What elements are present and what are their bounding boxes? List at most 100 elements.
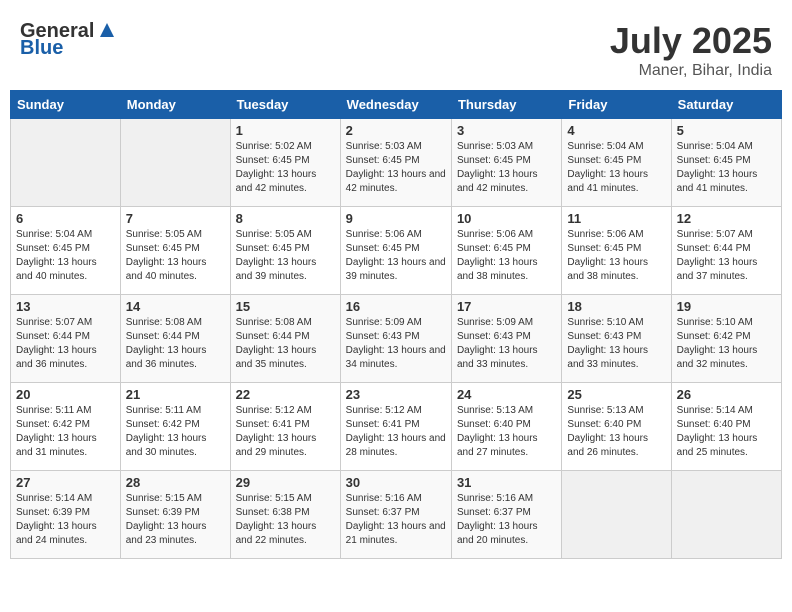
table-row: 20Sunrise: 5:11 AM Sunset: 6:42 PM Dayli…: [11, 383, 121, 471]
day-number: 31: [457, 475, 556, 490]
calendar-week-row: 6 Sunrise: 5:04 AM Sunset: 6:45 PM Daylig…: [11, 207, 782, 295]
day-info: Sunrise: 5:06 AM Sunset: 6:45 PM Dayligh…: [567, 228, 665, 284]
day-info: Sunrise: 5:16 AM Sunset: 6:37 PM Dayligh…: [457, 492, 556, 548]
day-info: Sunrise: 5:04 AM Sunset: 6:45 PM Dayligh…: [16, 228, 115, 284]
table-row: 24Sunrise: 5:13 AM Sunset: 6:40 PM Dayli…: [451, 383, 561, 471]
table-row: [562, 471, 671, 559]
table-row: 17 Sunrise: 5:09 AM Sunset: 6:43 PM Dayli…: [451, 295, 561, 383]
page-header: General Blue July 2025 Maner, Bihar, Ind…: [10, 10, 782, 85]
table-row: 12 Sunrise: 5:07 AM Sunset: 6:44 PM Dayli…: [671, 207, 781, 295]
day-number: 27: [16, 475, 115, 490]
day-number: 5: [677, 123, 776, 138]
day-number: 24: [457, 387, 556, 402]
table-row: 8 Sunrise: 5:05 AM Sunset: 6:45 PM Daylig…: [230, 207, 340, 295]
calendar-week-row: 1Sunrise: 5:02 AM Sunset: 6:45 PM Daylig…: [11, 119, 782, 207]
table-row: 9Sunrise: 5:06 AM Sunset: 6:45 PM Daylig…: [340, 207, 451, 295]
day-info: Sunrise: 5:08 AM Sunset: 6:44 PM Dayligh…: [236, 316, 335, 372]
table-row: 29 Sunrise: 5:15 AM Sunset: 6:38 PM Dayli…: [230, 471, 340, 559]
day-info: Sunrise: 5:08 AM Sunset: 6:44 PM Dayligh…: [126, 316, 225, 372]
table-row: [671, 471, 781, 559]
table-row: 4 Sunrise: 5:04 AM Sunset: 6:45 PM Daylig…: [562, 119, 671, 207]
day-info: Sunrise: 5:03 AM Sunset: 6:45 PM Dayligh…: [457, 140, 556, 196]
table-row: 31 Sunrise: 5:16 AM Sunset: 6:37 PM Dayli…: [451, 471, 561, 559]
table-row: 22Sunrise: 5:12 AM Sunset: 6:41 PM Dayli…: [230, 383, 340, 471]
day-info: Sunrise: 5:10 AM Sunset: 6:42 PM Dayligh…: [677, 316, 776, 372]
table-row: 1Sunrise: 5:02 AM Sunset: 6:45 PM Daylig…: [230, 119, 340, 207]
day-info: Sunrise: 5:15 AM Sunset: 6:38 PM Dayligh…: [236, 492, 335, 548]
day-info: Sunrise: 5:11 AM Sunset: 6:42 PM Dayligh…: [126, 404, 225, 460]
table-row: 15 Sunrise: 5:08 AM Sunset: 6:44 PM Dayli…: [230, 295, 340, 383]
calendar-table: Sunday Monday Tuesday Wednesday Thursday…: [10, 90, 782, 559]
day-number: 26: [677, 387, 776, 402]
col-thursday: Thursday: [451, 91, 561, 119]
table-row: [120, 119, 230, 207]
day-info: Sunrise: 5:07 AM Sunset: 6:44 PM Dayligh…: [677, 228, 776, 284]
table-row: 26 Sunrise: 5:14 AM Sunset: 6:40 PM Dayli…: [671, 383, 781, 471]
table-row: 23 Sunrise: 5:12 AM Sunset: 6:41 PM Dayli…: [340, 383, 451, 471]
calendar-week-row: 27Sunrise: 5:14 AM Sunset: 6:39 PM Dayli…: [11, 471, 782, 559]
table-row: 27Sunrise: 5:14 AM Sunset: 6:39 PM Dayli…: [11, 471, 121, 559]
month-title: July 2025: [610, 20, 772, 62]
table-row: 28Sunrise: 5:15 AM Sunset: 6:39 PM Dayli…: [120, 471, 230, 559]
day-number: 10: [457, 211, 556, 226]
day-number: 11: [567, 211, 665, 226]
day-number: 23: [346, 387, 446, 402]
col-friday: Friday: [562, 91, 671, 119]
table-row: 10 Sunrise: 5:06 AM Sunset: 6:45 PM Dayli…: [451, 207, 561, 295]
day-info: Sunrise: 5:16 AM Sunset: 6:37 PM Dayligh…: [346, 492, 446, 548]
calendar-week-row: 13Sunrise: 5:07 AM Sunset: 6:44 PM Dayli…: [11, 295, 782, 383]
table-row: 11 Sunrise: 5:06 AM Sunset: 6:45 PM Dayli…: [562, 207, 671, 295]
col-wednesday: Wednesday: [340, 91, 451, 119]
day-number: 17: [457, 299, 556, 314]
day-number: 30: [346, 475, 446, 490]
day-info: Sunrise: 5:06 AM Sunset: 6:45 PM Dayligh…: [457, 228, 556, 284]
day-info: Sunrise: 5:10 AM Sunset: 6:43 PM Dayligh…: [567, 316, 665, 372]
calendar-header-row: Sunday Monday Tuesday Wednesday Thursday…: [11, 91, 782, 119]
table-row: 16 Sunrise: 5:09 AM Sunset: 6:43 PM Dayli…: [340, 295, 451, 383]
day-number: 22: [236, 387, 335, 402]
day-info: Sunrise: 5:13 AM Sunset: 6:40 PM Dayligh…: [567, 404, 665, 460]
table-row: 7Sunrise: 5:05 AM Sunset: 6:45 PM Daylig…: [120, 207, 230, 295]
day-number: 2: [346, 123, 446, 138]
day-number: 6: [16, 211, 115, 226]
day-number: 29: [236, 475, 335, 490]
day-info: Sunrise: 5:11 AM Sunset: 6:42 PM Dayligh…: [16, 404, 115, 460]
day-info: Sunrise: 5:05 AM Sunset: 6:45 PM Dayligh…: [236, 228, 335, 284]
col-monday: Monday: [120, 91, 230, 119]
col-sunday: Sunday: [11, 91, 121, 119]
table-row: 14 Sunrise: 5:08 AM Sunset: 6:44 PM Dayli…: [120, 295, 230, 383]
day-number: 28: [126, 475, 225, 490]
day-info: Sunrise: 5:07 AM Sunset: 6:44 PM Dayligh…: [16, 316, 115, 372]
day-info: Sunrise: 5:09 AM Sunset: 6:43 PM Dayligh…: [346, 316, 446, 372]
day-number: 8: [236, 211, 335, 226]
day-number: 19: [677, 299, 776, 314]
title-section: July 2025 Maner, Bihar, India: [610, 20, 772, 80]
day-number: 3: [457, 123, 556, 138]
table-row: 19 Sunrise: 5:10 AM Sunset: 6:42 PM Dayli…: [671, 295, 781, 383]
day-number: 7: [126, 211, 225, 226]
table-row: 30 Sunrise: 5:16 AM Sunset: 6:37 PM Dayli…: [340, 471, 451, 559]
day-number: 1: [236, 123, 335, 138]
col-tuesday: Tuesday: [230, 91, 340, 119]
day-info: Sunrise: 5:14 AM Sunset: 6:40 PM Dayligh…: [677, 404, 776, 460]
table-row: 21 Sunrise: 5:11 AM Sunset: 6:42 PM Dayli…: [120, 383, 230, 471]
table-row: 6 Sunrise: 5:04 AM Sunset: 6:45 PM Daylig…: [11, 207, 121, 295]
day-number: 15: [236, 299, 335, 314]
day-number: 14: [126, 299, 225, 314]
day-number: 21: [126, 387, 225, 402]
col-saturday: Saturday: [671, 91, 781, 119]
logo: General Blue: [20, 20, 118, 60]
day-number: 18: [567, 299, 665, 314]
day-number: 4: [567, 123, 665, 138]
day-info: Sunrise: 5:04 AM Sunset: 6:45 PM Dayligh…: [567, 140, 665, 196]
logo-blue-text: Blue: [20, 37, 63, 60]
day-info: Sunrise: 5:12 AM Sunset: 6:41 PM Dayligh…: [346, 404, 446, 460]
day-number: 12: [677, 211, 776, 226]
calendar-week-row: 20Sunrise: 5:11 AM Sunset: 6:42 PM Dayli…: [11, 383, 782, 471]
table-row: 3 Sunrise: 5:03 AM Sunset: 6:45 PM Daylig…: [451, 119, 561, 207]
day-number: 16: [346, 299, 446, 314]
day-info: Sunrise: 5:06 AM Sunset: 6:45 PM Dayligh…: [346, 228, 446, 284]
table-row: [11, 119, 121, 207]
table-row: 25Sunrise: 5:13 AM Sunset: 6:40 PM Dayli…: [562, 383, 671, 471]
day-info: Sunrise: 5:09 AM Sunset: 6:43 PM Dayligh…: [457, 316, 556, 372]
